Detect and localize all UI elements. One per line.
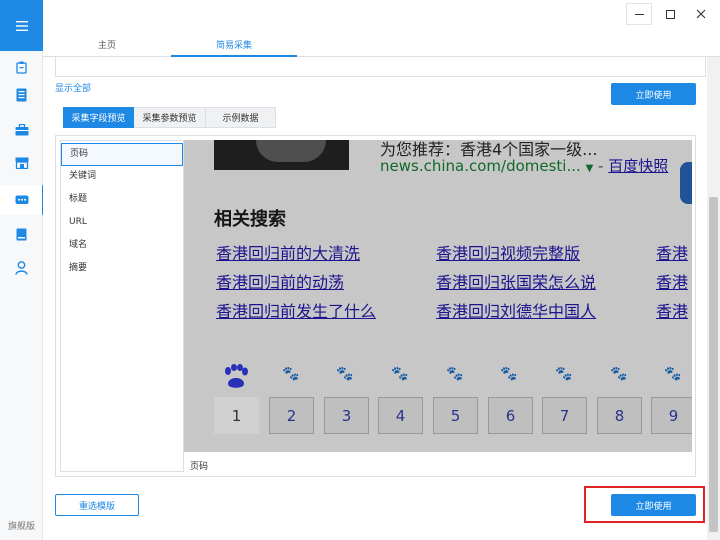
field-item-url[interactable]: URL (61, 212, 183, 235)
minimize-icon (634, 13, 644, 15)
preview-frame: 页码 关键词 标题 URL 域名 摘要 为您推荐：香港4个国家一级... new… (55, 135, 696, 477)
tab-param-preview[interactable]: 采集参数预览 (134, 107, 206, 128)
use-now-button-top[interactable]: 立即使用 (611, 83, 696, 105)
field-item-title[interactable]: 标题 (61, 189, 183, 212)
sidebar-item-work[interactable] (0, 115, 43, 145)
tab-field-preview[interactable]: 采集字段预览 (63, 107, 134, 128)
highlight-annotation (584, 486, 705, 523)
show-all-link[interactable]: 显示全部 (55, 81, 91, 94)
tab-simple-collect[interactable]: 简易采集 (171, 38, 297, 57)
preview-tabs: 采集字段预览 采集参数预览 示例数据 (63, 107, 276, 128)
clipboard-icon (16, 61, 27, 74)
field-item-domain[interactable]: 域名 (61, 235, 183, 258)
template-panel (55, 57, 706, 77)
field-item-abstract[interactable]: 摘要 (61, 258, 183, 281)
maximize-button[interactable] (657, 3, 683, 25)
preview-overlay (184, 140, 692, 452)
close-button[interactable] (688, 3, 714, 25)
sidebar-item-simple-collect[interactable] (0, 185, 44, 215)
left-sidebar: 旗舰版 (0, 0, 44, 540)
tab-sample-data[interactable]: 示例数据 (206, 107, 276, 128)
sidebar-item-documents[interactable] (0, 80, 43, 110)
briefcase-icon (15, 124, 28, 136)
reselect-template-button[interactable]: 重选模版 (55, 494, 139, 516)
sidebar-item-store[interactable] (0, 148, 43, 178)
store-icon (15, 157, 28, 169)
edition-label: 旗舰版 (7, 522, 35, 532)
web-preview: 为您推荐：香港4个国家一级... news.china.com/domesti.… (184, 140, 692, 452)
title-bar: 主页 简易采集 (43, 0, 720, 57)
close-icon (696, 9, 706, 19)
document-icon (16, 88, 27, 102)
user-icon (15, 261, 28, 275)
sidebar-item-account[interactable] (0, 253, 43, 283)
minimize-button[interactable] (626, 3, 652, 25)
scrollbar-thumb[interactable] (709, 197, 718, 532)
sidebar-item-tasks[interactable] (0, 52, 43, 82)
app-window: 旗舰版 主页 简易采集 显示全部 立即使用 采集字段预览 采集参数预览 示例数据… (0, 0, 720, 540)
menu-button[interactable] (0, 0, 43, 51)
field-list: 页码 关键词 标题 URL 域名 摘要 (60, 140, 184, 472)
vertical-scrollbar[interactable] (707, 57, 720, 540)
tab-home[interactable]: 主页 (43, 38, 171, 57)
book-icon (16, 228, 27, 240)
sidebar-item-tutorial[interactable] (0, 219, 43, 249)
field-item-keyword[interactable]: 关键词 (61, 166, 183, 189)
chat-icon (15, 195, 28, 204)
selected-field-caption: 页码 (190, 462, 209, 472)
main-content: 显示全部 立即使用 采集字段预览 采集参数预览 示例数据 页码 关键词 标题 U… (43, 57, 707, 540)
maximize-icon (665, 9, 675, 19)
field-item-page[interactable]: 页码 (61, 143, 183, 166)
hamburger-icon (15, 20, 28, 31)
